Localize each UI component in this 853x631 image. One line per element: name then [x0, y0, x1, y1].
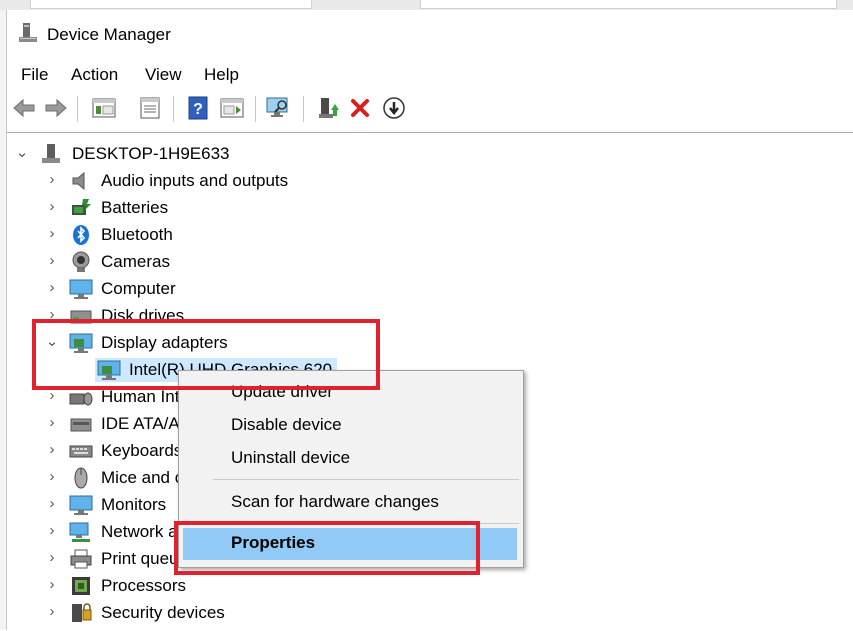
forward-icon[interactable] — [43, 95, 69, 121]
computer-tower-icon — [42, 144, 60, 163]
chevron-right-icon[interactable]: › — [45, 442, 59, 458]
processor-icon — [72, 577, 90, 595]
monitor-icon — [69, 495, 93, 515]
menu-bar: File Action View Help — [7, 62, 853, 88]
tree-item-security-devices[interactable]: › Security devices — [7, 600, 853, 626]
keyboard-icon — [69, 445, 93, 458]
chevron-right-icon[interactable]: › — [45, 604, 59, 620]
menu-item-scan-hardware[interactable]: Scan for hardware changes — [179, 487, 523, 517]
device-manager-icon — [19, 23, 37, 42]
chevron-right-icon[interactable]: › — [45, 253, 59, 269]
chevron-right-icon[interactable]: › — [45, 577, 59, 593]
chevron-right-icon[interactable]: › — [45, 523, 59, 539]
chevron-right-icon[interactable]: › — [45, 199, 59, 215]
printer-icon — [70, 549, 92, 569]
action-pane-icon[interactable] — [219, 95, 245, 121]
svg-text:?: ? — [193, 101, 203, 118]
tree-item-label: Monitors — [101, 495, 167, 514]
annotation-highlight-display-adapters — [32, 319, 380, 390]
menu-view[interactable]: View — [143, 65, 184, 85]
show-hide-tree-icon[interactable] — [91, 95, 117, 121]
toolbar-separator — [77, 96, 78, 122]
toolbar-separator — [303, 96, 304, 122]
toolbar-separator — [173, 96, 174, 122]
tree-item-label: Audio inputs and outputs — [101, 171, 289, 190]
tree-item-label: Security devices — [101, 603, 225, 622]
chevron-right-icon[interactable]: › — [45, 226, 59, 242]
bluetooth-icon — [73, 225, 89, 245]
scan-hardware-icon[interactable] — [265, 95, 291, 121]
tree-item-label: Keyboards — [101, 441, 183, 460]
update-driver-icon[interactable] — [315, 95, 341, 121]
camera-icon — [72, 251, 90, 272]
back-icon[interactable] — [11, 95, 37, 121]
ide-icon — [70, 418, 92, 432]
disable-icon[interactable] — [381, 95, 407, 121]
chevron-down-icon[interactable]: ⌄ — [15, 145, 29, 161]
chevron-right-icon[interactable]: › — [45, 469, 59, 485]
computer-icon — [69, 279, 93, 299]
window-title: Device Manager — [47, 25, 171, 44]
chevron-right-icon[interactable]: › — [45, 280, 59, 296]
menu-item-uninstall-device[interactable]: Uninstall device — [179, 443, 523, 473]
chevron-right-icon[interactable]: › — [45, 172, 59, 188]
chevron-right-icon[interactable]: › — [45, 388, 59, 404]
toolbar: ? — [7, 92, 853, 126]
tree-item-label: Processors — [101, 576, 187, 595]
properties-icon[interactable] — [137, 95, 163, 121]
tree-item-cameras[interactable]: › Cameras — [7, 249, 853, 275]
security-icon — [72, 603, 92, 622]
tree-item-processors[interactable]: › Processors — [7, 573, 853, 599]
chevron-right-icon[interactable]: › — [45, 415, 59, 431]
menu-action[interactable]: Action — [69, 65, 120, 85]
network-icon — [69, 522, 90, 542]
tree-item-bluetooth[interactable]: › Bluetooth — [7, 222, 853, 248]
menu-separator — [213, 479, 519, 480]
tree-root[interactable]: ⌄ DESKTOP-1H9E633 — [7, 141, 853, 167]
menu-help[interactable]: Help — [202, 65, 241, 85]
help-icon[interactable]: ? — [185, 95, 211, 121]
chevron-right-icon[interactable]: › — [45, 550, 59, 566]
uninstall-icon[interactable] — [347, 95, 373, 121]
tree-item-label: Cameras — [101, 252, 170, 271]
tree-item-label: Bluetooth — [101, 225, 173, 244]
toolbar-separator — [255, 96, 256, 122]
battery-icon — [72, 199, 91, 215]
tree-item-label: Batteries — [101, 198, 169, 217]
background-window-edge — [420, 0, 837, 9]
annotation-highlight-properties — [174, 521, 480, 575]
tree-item-audio[interactable]: › Audio inputs and outputs — [7, 168, 853, 194]
mouse-icon — [74, 467, 88, 489]
menu-item-disable-device[interactable]: Disable device — [179, 410, 523, 440]
tree-item-computer[interactable]: › Computer — [7, 276, 853, 302]
title-bar[interactable]: Device Manager — [7, 10, 853, 60]
tree-item-label: Computer — [101, 279, 176, 298]
tree-root-label: DESKTOP-1H9E633 — [72, 144, 230, 163]
speaker-icon — [72, 171, 85, 191]
chevron-right-icon[interactable]: › — [45, 496, 59, 512]
background-window-edge — [30, 0, 312, 9]
menu-file[interactable]: File — [19, 65, 50, 85]
tree-item-batteries[interactable]: › Batteries — [7, 195, 853, 221]
